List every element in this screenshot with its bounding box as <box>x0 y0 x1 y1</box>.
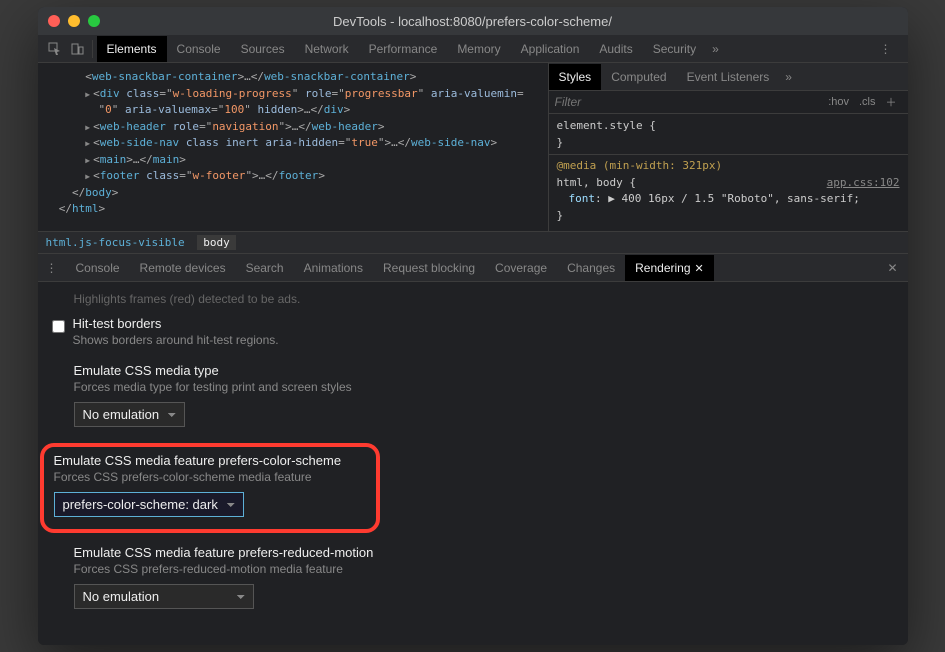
truncated-setting: Highlights frames (red) detected to be a… <box>52 292 894 306</box>
tab-performance[interactable]: Performance <box>359 36 448 62</box>
hit-test-title: Hit-test borders <box>73 316 279 331</box>
styles-tabs: StylesComputedEvent Listeners» <box>549 63 908 91</box>
breadcrumb-selected[interactable]: body <box>197 235 236 250</box>
chevron-right-icon[interactable]: » <box>779 70 798 84</box>
add-rule-icon[interactable]: ＋ <box>881 94 902 110</box>
styles-body: element.style { } @media (min-width: 321… <box>549 114 908 231</box>
selector: html, body { <box>557 176 636 189</box>
titlebar: DevTools - localhost:8080/prefers-color-… <box>38 7 908 35</box>
dom-row[interactable]: <main>…</main> <box>46 152 540 169</box>
drawer-tab-console[interactable]: Console <box>66 255 130 281</box>
reduced-motion-title: Emulate CSS media feature prefers-reduce… <box>74 545 894 560</box>
devtools-window: DevTools - localhost:8080/prefers-color-… <box>38 7 908 645</box>
dom-row[interactable]: <web-side-nav class inert aria-hidden="t… <box>46 135 540 152</box>
styles-tab-computed[interactable]: Computed <box>601 64 676 90</box>
drawer-tab-coverage[interactable]: Coverage <box>485 255 557 281</box>
styles-tab-event-listeners[interactable]: Event Listeners <box>677 64 780 90</box>
reduced-motion-sub: Forces CSS prefers-reduced-motion media … <box>74 562 894 576</box>
css-value[interactable]: ▶ 400 16px / 1.5 "Roboto", sans-serif; <box>608 192 860 205</box>
cls-toggle[interactable]: .cls <box>854 96 881 108</box>
drawer-close-icon[interactable]: ✕ <box>877 261 907 275</box>
styles-tab-styles[interactable]: Styles <box>549 64 602 90</box>
close-brace-2: } <box>557 209 564 222</box>
dom-row[interactable]: </body> <box>46 185 540 202</box>
drawer-tab-rendering[interactable]: Rendering✕ <box>625 255 714 281</box>
filter-row: :hov .cls ＋ <box>549 91 908 114</box>
media-rule: @media (min-width: 321px) <box>557 159 723 172</box>
chevron-right-icon[interactable]: » <box>706 42 725 56</box>
dom-row[interactable]: <div class="w-loading-progress" role="pr… <box>46 86 540 103</box>
filter-input[interactable] <box>555 95 824 109</box>
highlight-box: Emulate CSS media feature prefers-color-… <box>40 443 380 533</box>
more-menu-icon[interactable]: ⋮ <box>870 42 902 56</box>
dom-row[interactable]: </html> <box>46 201 540 218</box>
tab-audits[interactable]: Audits <box>589 36 642 62</box>
tab-close-icon[interactable]: ✕ <box>695 263 704 275</box>
drawer-body: Highlights frames (red) detected to be a… <box>38 282 908 645</box>
source-link[interactable]: app.css:102 <box>827 175 900 192</box>
element-style-selector: element.style { <box>557 119 656 132</box>
minimize-icon[interactable] <box>68 15 80 27</box>
drawer-tab-changes[interactable]: Changes <box>557 255 625 281</box>
drawer-tabs: ⋮ ConsoleRemote devicesSearchAnimationsR… <box>38 254 908 282</box>
drawer-tab-request-blocking[interactable]: Request blocking <box>373 255 485 281</box>
media-type-select[interactable]: No emulation <box>74 402 185 427</box>
drawer-tab-remote-devices[interactable]: Remote devices <box>130 255 236 281</box>
close-brace: } <box>557 136 564 149</box>
tab-security[interactable]: Security <box>643 36 706 62</box>
breadcrumb[interactable]: html.js-focus-visible body <box>38 231 908 254</box>
tab-application[interactable]: Application <box>511 36 590 62</box>
drawer: ⋮ ConsoleRemote devicesSearchAnimationsR… <box>38 254 908 645</box>
reduced-motion-select[interactable]: No emulation <box>74 584 254 609</box>
maximize-icon[interactable] <box>88 15 100 27</box>
tab-memory[interactable]: Memory <box>447 36 510 62</box>
css-prop[interactable]: font <box>569 192 596 205</box>
dom-row[interactable]: <footer class="w-footer">…</footer> <box>46 168 540 185</box>
drawer-tab-animations[interactable]: Animations <box>294 255 373 281</box>
media-type-sub: Forces media type for testing print and … <box>74 380 894 394</box>
device-icon[interactable] <box>66 42 88 56</box>
drawer-menu-icon[interactable]: ⋮ <box>38 261 66 275</box>
window-title: DevTools - localhost:8080/prefers-color-… <box>333 14 612 29</box>
dom-row[interactable]: <web-header role="navigation">…</web-hea… <box>46 119 540 136</box>
dom-row[interactable]: "0" aria-valuemax="100" hidden>…</div> <box>46 102 540 119</box>
color-scheme-sub: Forces CSS prefers-color-scheme media fe… <box>54 470 366 484</box>
dom-row[interactable]: <web-snackbar-container>…</web-snackbar-… <box>46 69 540 86</box>
tab-console[interactable]: Console <box>167 36 231 62</box>
inspect-icon[interactable] <box>44 42 66 56</box>
elements-panel[interactable]: <web-snackbar-container>…</web-snackbar-… <box>38 63 548 231</box>
styles-pane: StylesComputedEvent Listeners» :hov .cls… <box>548 63 908 231</box>
hit-test-sub: Shows borders around hit-test regions. <box>73 333 279 347</box>
media-type-title: Emulate CSS media type <box>74 363 894 378</box>
hov-toggle[interactable]: :hov <box>823 96 854 108</box>
close-icon[interactable] <box>48 15 60 27</box>
drawer-tab-search[interactable]: Search <box>236 255 294 281</box>
hit-test-checkbox[interactable] <box>52 320 65 333</box>
tab-network[interactable]: Network <box>295 36 359 62</box>
tab-elements[interactable]: Elements <box>97 36 167 62</box>
color-scheme-select[interactable]: prefers-color-scheme: dark <box>54 492 244 517</box>
color-scheme-title: Emulate CSS media feature prefers-color-… <box>54 453 366 468</box>
breadcrumb-root[interactable]: html.js-focus-visible <box>46 236 185 249</box>
main-tabs: ElementsConsoleSourcesNetworkPerformance… <box>38 35 908 63</box>
tab-sources[interactable]: Sources <box>231 36 295 62</box>
